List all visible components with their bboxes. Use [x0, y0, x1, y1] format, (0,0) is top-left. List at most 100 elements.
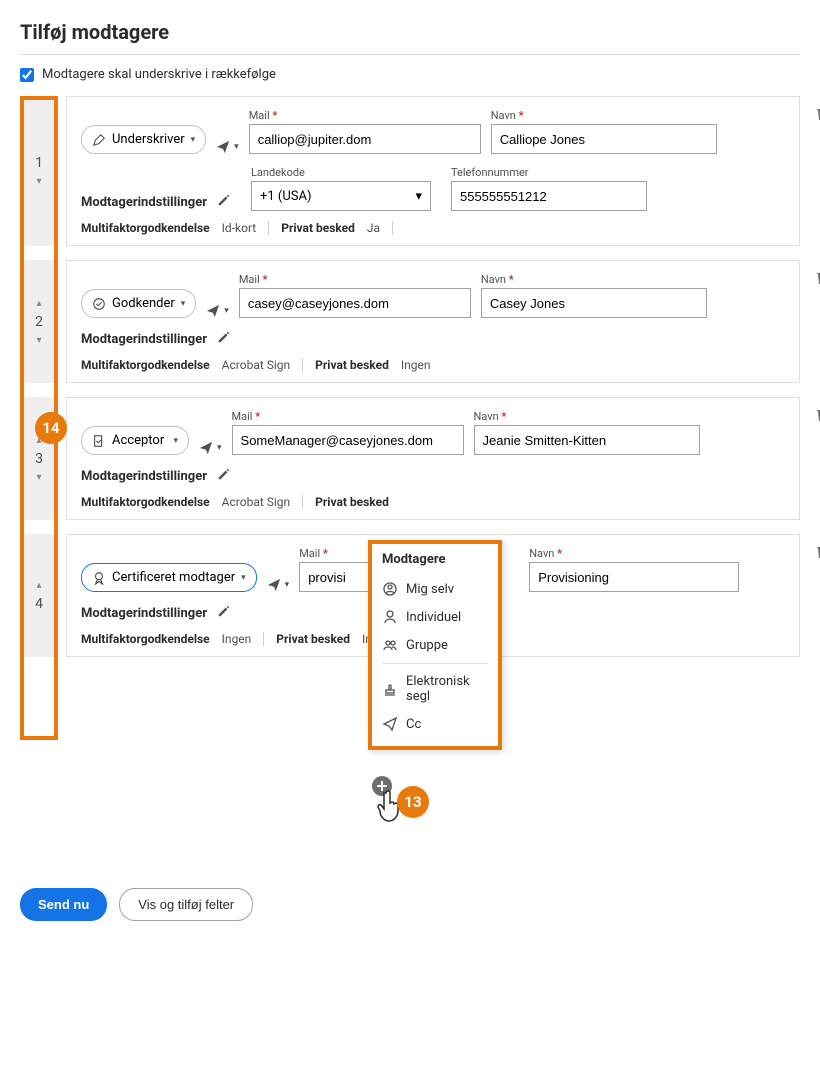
role-label: Godkender	[112, 296, 175, 311]
mail-label: Mail *	[239, 273, 471, 286]
recipient-card: 1 ▾ Underskriver ▾ ▾	[20, 96, 800, 246]
send-icon	[267, 578, 281, 592]
edit-settings-icon[interactable]	[217, 193, 231, 211]
mail-label: Mail *	[249, 109, 481, 122]
chevron-down-icon: ▾	[181, 299, 186, 309]
delivery-select[interactable]: ▾	[206, 304, 229, 318]
delete-recipient-icon[interactable]	[815, 543, 820, 563]
mail-input[interactable]	[232, 425, 464, 455]
move-up-icon[interactable]: ▴	[36, 295, 41, 312]
mfa-value: Id-kort	[222, 221, 257, 235]
check-circle-icon	[92, 297, 106, 311]
plus-icon	[376, 780, 388, 792]
popup-title: Modtagere	[382, 552, 488, 567]
show-add-fields-button[interactable]: Vis og tilføj felter	[119, 888, 253, 921]
delivery-select[interactable]: ▾	[267, 578, 290, 592]
chevron-down-icon: ▾	[173, 436, 178, 446]
divider	[302, 495, 303, 509]
order-column: 1 ▾	[20, 96, 58, 246]
private-msg-label: Privat besked	[276, 632, 350, 646]
chevron-down-icon: ▾	[241, 573, 246, 583]
mfa-label: Multifaktorgodkendelse	[81, 358, 210, 372]
stamp-icon	[382, 681, 398, 697]
recipient-card: ▴ 2 ▾ Godkender ▾ ▾	[20, 260, 800, 383]
recipient-settings-label: Modtagerindstillinger	[81, 332, 207, 347]
mail-input[interactable]	[239, 288, 471, 318]
name-label: Navn *	[481, 273, 707, 286]
delete-recipient-icon[interactable]	[815, 105, 820, 125]
order-number: 2	[35, 312, 43, 332]
order-column: ▴ 2 ▾	[20, 260, 58, 383]
delete-recipient-icon[interactable]	[815, 406, 820, 426]
recipient-settings-label: Modtagerindstillinger	[81, 195, 207, 210]
mfa-label: Multifaktorgodkendelse	[81, 632, 210, 646]
name-input[interactable]	[529, 562, 739, 592]
name-input[interactable]	[474, 425, 700, 455]
chevron-down-icon: ▾	[285, 580, 290, 590]
delivery-select[interactable]: ▾	[216, 140, 239, 154]
recipient-settings-label: Modtagerindstillinger	[81, 469, 207, 484]
divider	[302, 358, 303, 372]
popup-item-group[interactable]: Gruppe	[382, 631, 488, 659]
mfa-value: Ingen	[222, 632, 252, 646]
mfa-label: Multifaktorgodkendelse	[81, 495, 210, 509]
user-icon	[382, 609, 398, 625]
send-now-button[interactable]: Send nu	[20, 888, 107, 921]
popup-item-individual[interactable]: Individuel	[382, 603, 488, 631]
move-up-icon[interactable]: ▴	[36, 577, 41, 594]
role-select[interactable]: Certificeret modtager ▾	[81, 563, 257, 592]
popup-item-cc[interactable]: Cc	[382, 710, 488, 738]
chevron-down-icon: ▾	[191, 135, 196, 145]
mail-input[interactable]	[249, 124, 481, 154]
popup-item-eseal[interactable]: Elektronisk segl	[382, 668, 488, 710]
add-recipient-button[interactable]	[372, 776, 392, 796]
popup-item-myself[interactable]: Mig selv	[382, 575, 488, 603]
role-select[interactable]: Acceptor ▾	[81, 426, 189, 455]
page-title: Tilføj modtagere	[20, 20, 800, 55]
edit-settings-icon[interactable]	[217, 330, 231, 348]
role-label: Certificeret modtager	[112, 570, 235, 585]
mail-label: Mail *	[232, 410, 464, 423]
role-label: Underskriver	[112, 132, 185, 147]
edit-settings-icon[interactable]	[217, 604, 231, 622]
edit-settings-icon[interactable]	[217, 467, 231, 485]
send-icon	[206, 304, 220, 318]
phone-input[interactable]	[451, 181, 647, 211]
name-input[interactable]	[481, 288, 707, 318]
recipient-card: ▴ 3 ▾ Acceptor ▾ ▾	[20, 397, 800, 520]
recipients-list: 1 ▾ Underskriver ▾ ▾	[20, 96, 800, 657]
private-msg-label: Privat besked	[315, 495, 389, 509]
move-down-icon[interactable]: ▾	[36, 173, 41, 190]
sign-in-order-checkbox[interactable]	[20, 68, 34, 82]
chevron-down-icon: ▾	[224, 306, 229, 316]
sign-in-order-label: Modtagere skal underskrive i rækkefølge	[42, 67, 276, 82]
move-down-icon[interactable]: ▾	[36, 332, 41, 349]
delivery-select[interactable]: ▾	[199, 441, 222, 455]
send-icon	[199, 441, 213, 455]
send-outline-icon	[382, 716, 398, 732]
role-label: Acceptor	[112, 433, 164, 448]
divider	[263, 632, 264, 646]
sign-in-order-checkbox-row[interactable]: Modtagere skal underskrive i rækkefølge	[20, 67, 800, 82]
divider	[268, 221, 269, 235]
delete-recipient-icon[interactable]	[815, 269, 820, 289]
divider	[382, 663, 488, 664]
name-label: Navn *	[491, 109, 717, 122]
order-column: ▴ 4	[20, 534, 58, 657]
action-bar: Send nu Vis og tilføj felter	[20, 888, 253, 921]
recipient-settings-label: Modtagerindstillinger	[81, 606, 207, 621]
chevron-down-icon: ▾	[234, 142, 239, 152]
name-input[interactable]	[491, 124, 717, 154]
move-down-icon[interactable]: ▾	[36, 469, 41, 486]
add-recipient-popup: Modtagere Mig selv Individuel Gruppe Ele…	[368, 540, 502, 750]
send-icon	[216, 140, 230, 154]
country-code-select[interactable]: +1 (USA) ▾	[251, 181, 431, 211]
name-label: Navn *	[529, 547, 739, 560]
role-select[interactable]: Godkender ▾	[81, 289, 196, 318]
mfa-value: Acrobat Sign	[222, 495, 290, 509]
mfa-label: Multifaktorgodkendelse	[81, 221, 210, 235]
order-number: 4	[35, 594, 43, 614]
mfa-value: Acrobat Sign	[222, 358, 290, 372]
role-select[interactable]: Underskriver ▾	[81, 125, 206, 154]
divider	[392, 221, 393, 235]
